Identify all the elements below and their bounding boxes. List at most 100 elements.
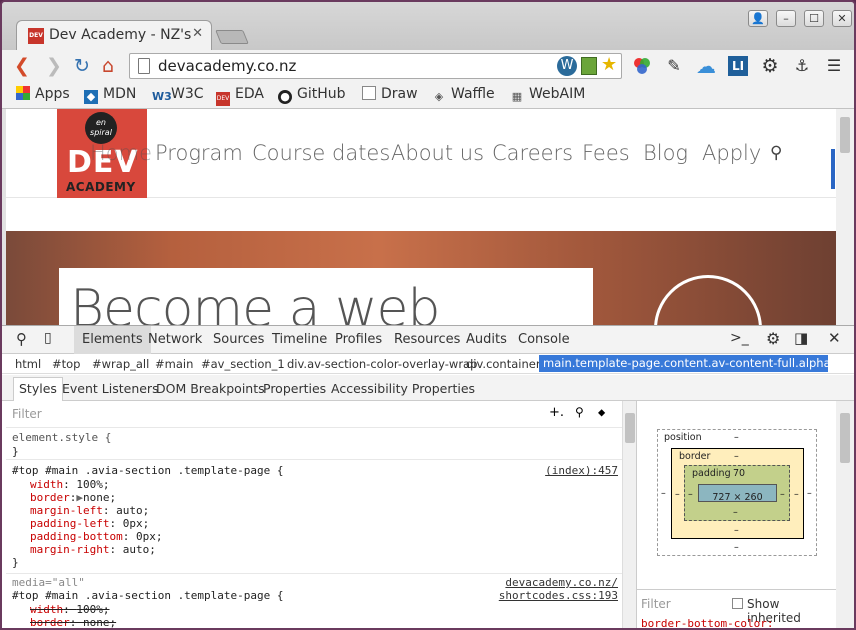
li-extension-icon[interactable]: LI <box>728 56 748 76</box>
address-bar[interactable]: devacademy.co.nz W ★ <box>129 53 622 79</box>
breadcrumb: html #top #wrap_all #main #av_section_1 … <box>2 354 854 374</box>
rule2-prop-border[interactable]: border: none; <box>30 616 116 628</box>
bookmark-mdn[interactable]: ◆ MDN <box>84 86 136 104</box>
nav-home[interactable]: Home <box>90 141 152 165</box>
subtab-accessibility[interactable]: Accessibility Properties <box>331 381 475 396</box>
crumb-html[interactable]: html <box>15 357 41 371</box>
eyedropper-icon[interactable]: ✎ <box>664 56 684 76</box>
extension-doc-icon[interactable] <box>581 57 597 75</box>
nav-careers[interactable]: Careers <box>492 141 573 165</box>
close-devtools-icon[interactable]: ✕ <box>828 329 841 347</box>
rule1-prop-border[interactable]: border:▶none; <box>30 491 116 504</box>
search-icon[interactable]: ⚲ <box>770 143 782 163</box>
metrics-scrollbar-thumb[interactable] <box>840 413 850 463</box>
bookmark-webaim[interactable]: ▦ WebAIM <box>510 86 586 104</box>
color-format-icon[interactable]: ◆ <box>598 405 605 419</box>
bookmark-draw[interactable]: Draw <box>362 86 418 102</box>
show-inherited-checkbox[interactable] <box>732 598 743 609</box>
cloud-icon[interactable]: ☁ <box>696 56 716 76</box>
crumb-overlay-wrap[interactable]: div.av-section-color-overlay-wrap <box>287 357 477 371</box>
user-profile-button[interactable]: 👤 <box>748 10 768 27</box>
tab-resources[interactable]: Resources <box>394 332 460 347</box>
crumb-top[interactable]: #top <box>52 357 80 371</box>
tab-elements[interactable]: Elements <box>74 326 151 354</box>
crumb-main[interactable]: #main <box>155 357 193 371</box>
tab-sources[interactable]: Sources <box>213 332 264 347</box>
bookmark-star-icon[interactable]: ★ <box>601 54 617 75</box>
rule2-source-file[interactable]: shortcodes.css:193 <box>499 589 618 602</box>
minimize-button[interactable]: – <box>776 10 796 27</box>
styles-scrollbar[interactable] <box>622 401 636 628</box>
element-style-rule: element.style { } <box>6 427 622 460</box>
devtools-settings-icon[interactable]: ⚙ <box>766 329 780 348</box>
metrics-scrollbar[interactable] <box>836 401 854 628</box>
subtab-styles[interactable]: Styles <box>13 377 63 401</box>
rule2-prop-width[interactable]: width: 100%; <box>30 603 110 616</box>
home-icon[interactable]: ⌂ <box>102 55 114 77</box>
site-header: en spiral DEV ACADEMY Home Program Cours… <box>6 109 836 198</box>
crumb-container[interactable]: div.container <box>466 357 541 371</box>
page-scrollbar[interactable] <box>836 109 854 325</box>
bookmark-w3c[interactable]: W3W3C <box>152 86 204 104</box>
crumb-av-section[interactable]: #av_section_1 <box>201 357 285 371</box>
browser-tab[interactable]: DEV Dev Academy - NZ's ✕ <box>16 20 212 50</box>
rule1-prop-padding-left[interactable]: padding-left: 0px; <box>30 517 149 530</box>
bookmark-apps[interactable]: Apps <box>16 86 70 102</box>
subtab-dom-breakpoints[interactable]: DOM Breakpoints <box>156 381 265 396</box>
back-icon[interactable]: ❮ <box>14 55 30 77</box>
inspect-search-icon[interactable]: ⚲ <box>16 330 27 348</box>
nav-program[interactable]: Program <box>155 141 243 165</box>
reload-icon[interactable]: ↻ <box>74 55 90 77</box>
close-window-button[interactable]: ✕ <box>832 10 852 27</box>
browser-toolbar: ❮ ❯ ↻ ⌂ devacademy.co.nz W ★ ✎ ☁ LI ⚙ ⚓ … <box>2 50 854 82</box>
logo-academy-text: ACADEMY <box>66 180 136 194</box>
webaim-icon: ▦ <box>511 90 523 103</box>
page-scrollbar-thumb[interactable] <box>840 117 850 153</box>
rule1-prop-padding-bottom[interactable]: padding-bottom: 0px; <box>30 530 162 543</box>
nav-about-us[interactable]: About us <box>391 141 484 165</box>
computed-toolbar: Filter Show inherited border-bottom-colo… <box>637 589 837 628</box>
pin-state-icon[interactable]: ⚲ <box>575 405 584 419</box>
maximize-button[interactable]: ☐ <box>804 10 824 27</box>
settings-gear-icon[interactable]: ⚙ <box>760 56 780 76</box>
enspiral-badge: en spiral <box>85 112 117 144</box>
new-tab-button[interactable] <box>215 30 249 44</box>
forward-icon[interactable]: ❯ <box>46 55 62 77</box>
nav-course-dates[interactable]: Course dates <box>252 141 390 165</box>
tab-audits[interactable]: Audits <box>466 332 507 347</box>
console-drawer-icon[interactable]: >_ <box>730 330 749 346</box>
tab-profiles[interactable]: Profiles <box>335 332 382 347</box>
wordpress-icon[interactable]: W <box>557 56 577 76</box>
rule1-source-link[interactable]: (index):457 <box>545 464 618 477</box>
rule1-prop-width[interactable]: width: 100%; <box>30 478 110 491</box>
tab-timeline[interactable]: Timeline <box>272 332 327 347</box>
tab-network[interactable]: Network <box>148 332 202 347</box>
eda-icon: DEV <box>216 92 230 106</box>
rule1-prop-margin-right[interactable]: margin-right: auto; <box>30 543 156 556</box>
tab-console[interactable]: Console <box>518 332 570 347</box>
dock-side-icon[interactable]: ◨ <box>794 329 808 347</box>
device-mode-icon[interactable]: ▯ <box>44 330 52 346</box>
subtab-event-listeners[interactable]: Event Listeners <box>62 381 159 396</box>
expand-triangle-icon[interactable]: ▶ <box>76 491 83 504</box>
bookmark-eda[interactable]: DEV EDA <box>216 86 264 106</box>
computed-filter-input[interactable]: Filter <box>641 597 671 611</box>
add-rule-icon[interactable]: +. <box>549 405 564 420</box>
tower-extension-icon[interactable]: ⚓ <box>792 56 812 76</box>
colorpick-icon[interactable] <box>632 56 652 76</box>
styles-filter-input[interactable]: Filter <box>12 407 42 421</box>
crumb-wrap-all[interactable]: #wrap_all <box>92 357 149 371</box>
bookmark-github[interactable]: ● GitHub <box>278 86 346 104</box>
styles-scrollbar-thumb[interactable] <box>625 413 635 443</box>
close-tab-icon[interactable]: ✕ <box>192 26 203 41</box>
nav-blog[interactable]: Blog <box>643 141 688 165</box>
nav-apply[interactable]: Apply <box>702 141 761 165</box>
rule2-source-domain[interactable]: devacademy.co.nz/ <box>505 576 618 589</box>
nav-fees[interactable]: Fees <box>582 141 630 165</box>
bookmark-waffle[interactable]: ◈ Waffle <box>432 86 495 104</box>
crumb-selected-main[interactable]: main.template-page.content.av-content-fu… <box>539 355 828 372</box>
github-icon: ● <box>278 90 292 104</box>
menu-icon[interactable]: ☰ <box>824 56 844 76</box>
rule1-prop-margin-left[interactable]: margin-left: auto; <box>30 504 149 517</box>
subtab-properties[interactable]: Properties <box>263 381 326 396</box>
